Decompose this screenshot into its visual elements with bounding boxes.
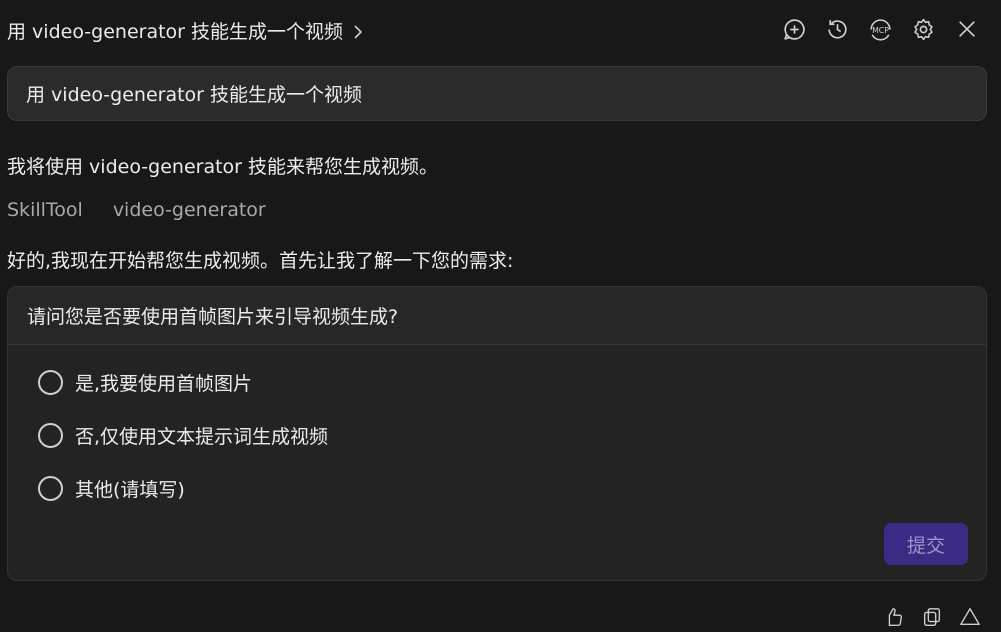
user-prompt-message[interactable]: 用 video-generator 技能生成一个视频 bbox=[7, 66, 987, 121]
user-prompt-text: 用 video-generator 技能生成一个视频 bbox=[26, 84, 363, 106]
tool-call-row[interactable]: SkillTool video-generator bbox=[7, 199, 266, 221]
close-icon[interactable] bbox=[954, 14, 979, 44]
radio-button[interactable] bbox=[38, 476, 63, 501]
option-use-first-frame[interactable]: 是,我要使用首帧图片 bbox=[38, 369, 252, 396]
question-title: 请问您是否要使用首帧图片来引导视频生成? bbox=[8, 287, 986, 345]
option-label: 否,仅使用文本提示词生成视频 bbox=[75, 426, 329, 448]
option-label: 是,我要使用首帧图片 bbox=[75, 373, 253, 395]
option-other[interactable]: 其他(请填写) bbox=[38, 475, 185, 502]
chevron-right-icon bbox=[353, 23, 363, 39]
breadcrumb-title[interactable]: 用 video-generator 技能生成一个视频 bbox=[7, 17, 363, 44]
radio-button[interactable] bbox=[38, 370, 63, 395]
question-card: 请问您是否要使用首帧图片来引导视频生成? 是,我要使用首帧图片 否,仅使用文本提… bbox=[7, 286, 987, 581]
header: 用 video-generator 技能生成一个视频 MCP bbox=[0, 0, 1001, 60]
settings-icon[interactable] bbox=[911, 14, 936, 44]
page-title: 用 video-generator 技能生成一个视频 bbox=[7, 21, 344, 43]
option-text-only[interactable]: 否,仅使用文本提示词生成视频 bbox=[38, 422, 328, 449]
thumbs-up-icon[interactable] bbox=[883, 606, 905, 632]
add-chat-icon[interactable] bbox=[782, 14, 807, 44]
header-actions: MCP bbox=[782, 14, 979, 44]
message-actions bbox=[883, 606, 981, 632]
tool-name: SkillTool bbox=[7, 199, 83, 221]
assistant-followup-text: 好的,我现在开始帮您生成视频。首先让我了解一下您的需求: bbox=[7, 250, 514, 272]
svg-text:MCP: MCP bbox=[872, 26, 889, 35]
warning-icon[interactable] bbox=[959, 606, 981, 632]
submit-button[interactable]: 提交 bbox=[884, 523, 968, 565]
assistant-intro-text: 我将使用 video-generator 技能来帮您生成视频。 bbox=[7, 156, 439, 178]
mcp-icon[interactable]: MCP bbox=[868, 14, 893, 44]
copy-icon[interactable] bbox=[921, 606, 943, 632]
radio-button[interactable] bbox=[38, 423, 63, 448]
tool-argument: video-generator bbox=[112, 199, 266, 221]
history-icon[interactable] bbox=[825, 14, 850, 44]
option-label: 其他(请填写) bbox=[75, 479, 185, 501]
